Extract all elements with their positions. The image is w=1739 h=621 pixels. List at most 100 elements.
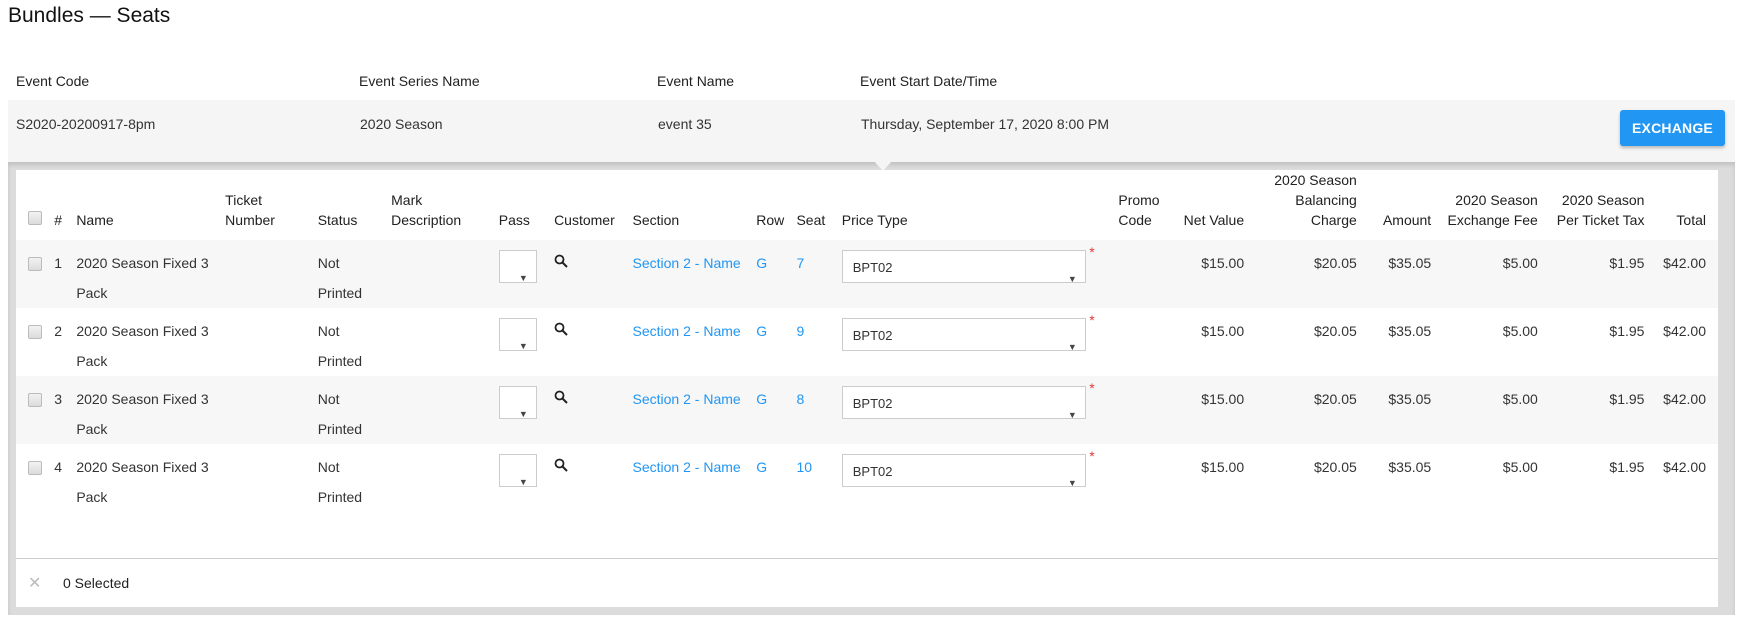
price-type-value: BPT02 [852,464,893,479]
col-customer: Customer [554,212,615,228]
row-checkbox[interactable] [28,393,42,407]
event-series-value: 2020 Season [360,116,443,132]
row-link[interactable]: G [756,459,767,475]
seat-link[interactable]: 10 [796,459,812,475]
row-mark-description [387,376,495,444]
row-mark-description [387,308,495,376]
col-promo-code: Promo Code [1118,192,1160,228]
search-icon[interactable] [554,322,568,336]
pass-select[interactable]: ▼ [498,250,537,283]
row-exchange-fee: $5.00 [1502,323,1538,339]
row-amount: $35.05 [1388,323,1432,339]
chevron-down-icon: ▼ [518,409,528,419]
row-link[interactable]: G [756,255,767,271]
col-section: Section [632,212,680,228]
event-header-labels: Event Code Event Series Name Event Name … [8,68,1735,100]
price-type-select[interactable]: BPT02 ▼ * [841,245,1095,284]
row-link[interactable]: G [756,323,767,339]
row-amount: $35.05 [1360,240,1436,308]
row-name: 2020 Season Fixed 3 Pack [76,459,209,505]
row-per-ticket-tax: $1.95 [1541,376,1649,444]
selection-footer: ✕ 0 Selected [16,558,1718,608]
pass-select[interactable]: ▼ [498,318,537,351]
table-row: 1 2020 Season Fixed 3 Pack Not Printed ▼… [16,240,1718,308]
row-number: 3 [50,376,73,444]
col-balancing-charge: 2020 Season Balancing Charge [1274,172,1357,228]
row-checkbox[interactable] [28,257,42,271]
row-per-ticket-tax: $1.95 [1609,323,1645,339]
section-link[interactable]: Section 2 - Name [633,255,741,271]
row-number: 1 [50,240,73,308]
row-ticket-number [221,376,314,444]
event-name-label: Event Name [657,73,735,89]
col-num: # [54,212,62,228]
col-pass: Pass [498,212,530,228]
row-total: $42.00 [1648,240,1718,308]
event-name-value: event 35 [658,116,712,132]
row-total: $42.00 [1663,459,1706,475]
row-exchange-fee: $5.00 [1435,376,1542,444]
section-link[interactable]: Section 2 - Name [633,391,741,407]
price-type-value: BPT02 [852,396,893,411]
price-type-select[interactable]: BPT02 ▼ * [841,313,1095,352]
row-balancing-charge: $20.05 [1248,240,1361,308]
select-all-checkbox[interactable] [28,211,42,225]
col-price-type: Price Type [841,212,908,228]
seats-panel-content: # Name Ticket Number Status Mark Descrip… [16,170,1718,607]
row-checkbox[interactable] [28,325,42,339]
col-total: Total [1676,212,1706,228]
required-asterisk: * [1089,380,1095,396]
row-name: 2020 Season Fixed 3 Pack [76,323,209,369]
seat-link[interactable]: 7 [796,255,804,271]
required-asterisk: * [1089,312,1095,328]
price-type-select[interactable]: BPT02 ▼ * [841,381,1095,420]
search-icon[interactable] [554,458,568,472]
price-type-value: BPT02 [852,260,893,275]
seat-link[interactable]: 9 [796,323,804,339]
row-net-value: $15.00 [1174,376,1249,444]
row-checkbox[interactable] [28,461,42,475]
section-link[interactable]: Section 2 - Name [633,459,741,475]
col-per-ticket-tax: 2020 Season Per Ticket Tax [1556,192,1645,228]
row-link[interactable]: G [756,391,767,407]
price-type-select[interactable]: BPT02 ▼ * [841,449,1095,488]
row-status: Not Printed [313,240,388,308]
row-name: 2020 Season Fixed 3 Pack [72,376,222,444]
row-mark-description [387,444,495,512]
search-icon[interactable] [554,390,568,404]
event-code-label: Event Code [16,73,90,89]
close-icon[interactable]: ✕ [28,573,41,593]
event-start-label: Event Start Date/Time [860,73,998,89]
row-status: Not Printed [317,459,363,505]
event-start-value: Thursday, September 17, 2020 8:00 PM [861,116,1109,132]
col-row: Row [756,212,785,228]
row-status: Not Printed [317,323,363,369]
table-row: 4 2020 Season Fixed 3 Pack Not Printed ▼… [16,444,1718,512]
row-total: $42.00 [1648,376,1718,444]
row-balancing-charge: $20.05 [1248,376,1361,444]
row-number: 2 [54,323,62,339]
row-amount: $35.05 [1388,459,1432,475]
row-ticket-number [221,444,314,512]
exchange-button[interactable]: EXCHANGE [1620,110,1725,146]
row-exchange-fee: $5.00 [1502,459,1538,475]
row-promo-code [1114,376,1175,444]
event-info-row: S2020-20200917-8pm 2020 Season event 35 … [8,100,1735,162]
page-title: Bundles — Seats [8,4,171,27]
row-ticket-number [221,240,314,308]
section-link[interactable]: Section 2 - Name [633,323,741,339]
col-status: Status [317,212,358,228]
chevron-down-icon: ▼ [518,477,528,487]
row-promo-code [1114,444,1174,512]
col-exchange-fee: 2020 Season Exchange Fee [1447,192,1538,228]
pass-select[interactable]: ▼ [498,454,537,487]
chevron-down-icon: ▼ [518,273,528,283]
price-type-value: BPT02 [852,328,893,343]
seat-link[interactable]: 8 [796,391,804,407]
chevron-down-icon: ▼ [518,341,528,351]
pass-select[interactable]: ▼ [498,386,537,419]
search-icon[interactable] [554,254,568,268]
col-net-value: Net Value [1183,212,1245,228]
event-series-label: Event Series Name [359,73,480,89]
row-exchange-fee: $5.00 [1435,240,1542,308]
